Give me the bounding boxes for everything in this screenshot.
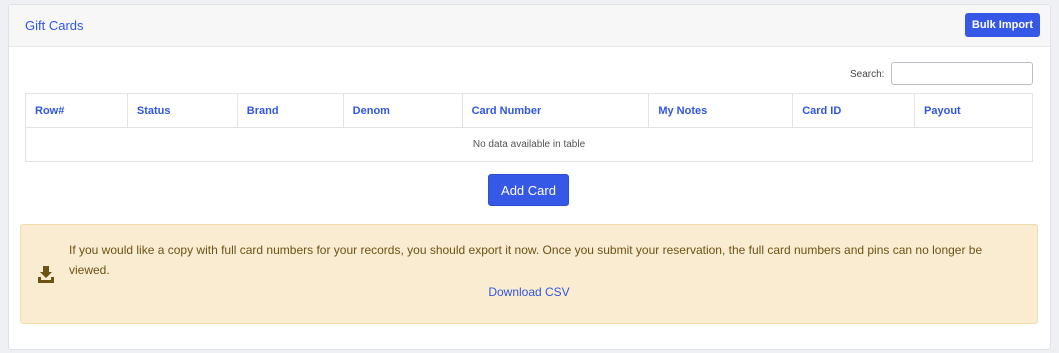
panel-header: Gift Cards Bulk Import (9, 5, 1050, 47)
export-notice: If you would like a copy with full card … (20, 224, 1038, 324)
column-header-denom[interactable]: Denom (342, 93, 463, 128)
search-input[interactable] (891, 62, 1033, 85)
panel-title: Gift Cards (25, 18, 84, 33)
empty-table-message: No data available in table (25, 127, 1033, 162)
download-csv-link[interactable]: Download CSV (21, 285, 1037, 299)
download-icon (38, 266, 54, 283)
add-card-button[interactable]: Add Card (488, 174, 569, 206)
table-header-row: Row# Status Brand Denom Card Number My N… (25, 93, 1033, 128)
bulk-import-button[interactable]: Bulk Import (964, 13, 1040, 37)
column-header-my-notes[interactable]: My Notes (648, 93, 794, 128)
search-label: Search: (850, 69, 885, 80)
column-header-brand[interactable]: Brand (236, 93, 344, 128)
column-header-card-number[interactable]: Card Number (461, 93, 650, 128)
gift-cards-panel: Gift Cards Bulk Import Search: Row# Stat… (8, 4, 1051, 350)
column-header-card-id[interactable]: Card ID (792, 93, 916, 128)
export-notice-message: If you would like a copy with full card … (69, 243, 983, 277)
column-header-status[interactable]: Status (126, 93, 238, 128)
column-header-row-number[interactable]: Row# (25, 93, 128, 128)
table-row: No data available in table (25, 127, 1033, 162)
column-header-payout[interactable]: Payout (914, 93, 1033, 128)
gift-cards-table: Row# Status Brand Denom Card Number My N… (25, 93, 1033, 162)
